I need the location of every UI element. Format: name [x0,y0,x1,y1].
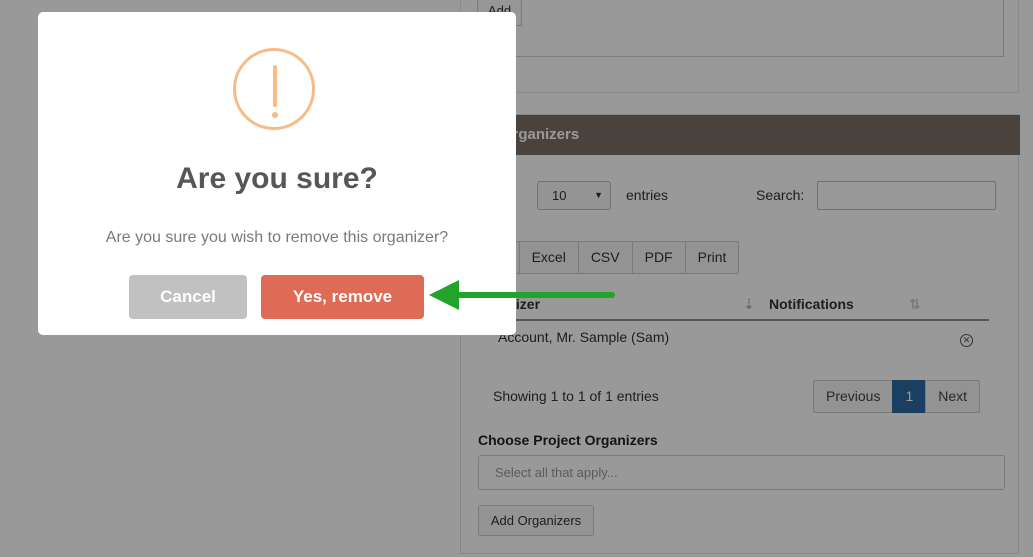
annotation-arrow [429,280,615,310]
annotation-arrow-head [429,280,459,310]
